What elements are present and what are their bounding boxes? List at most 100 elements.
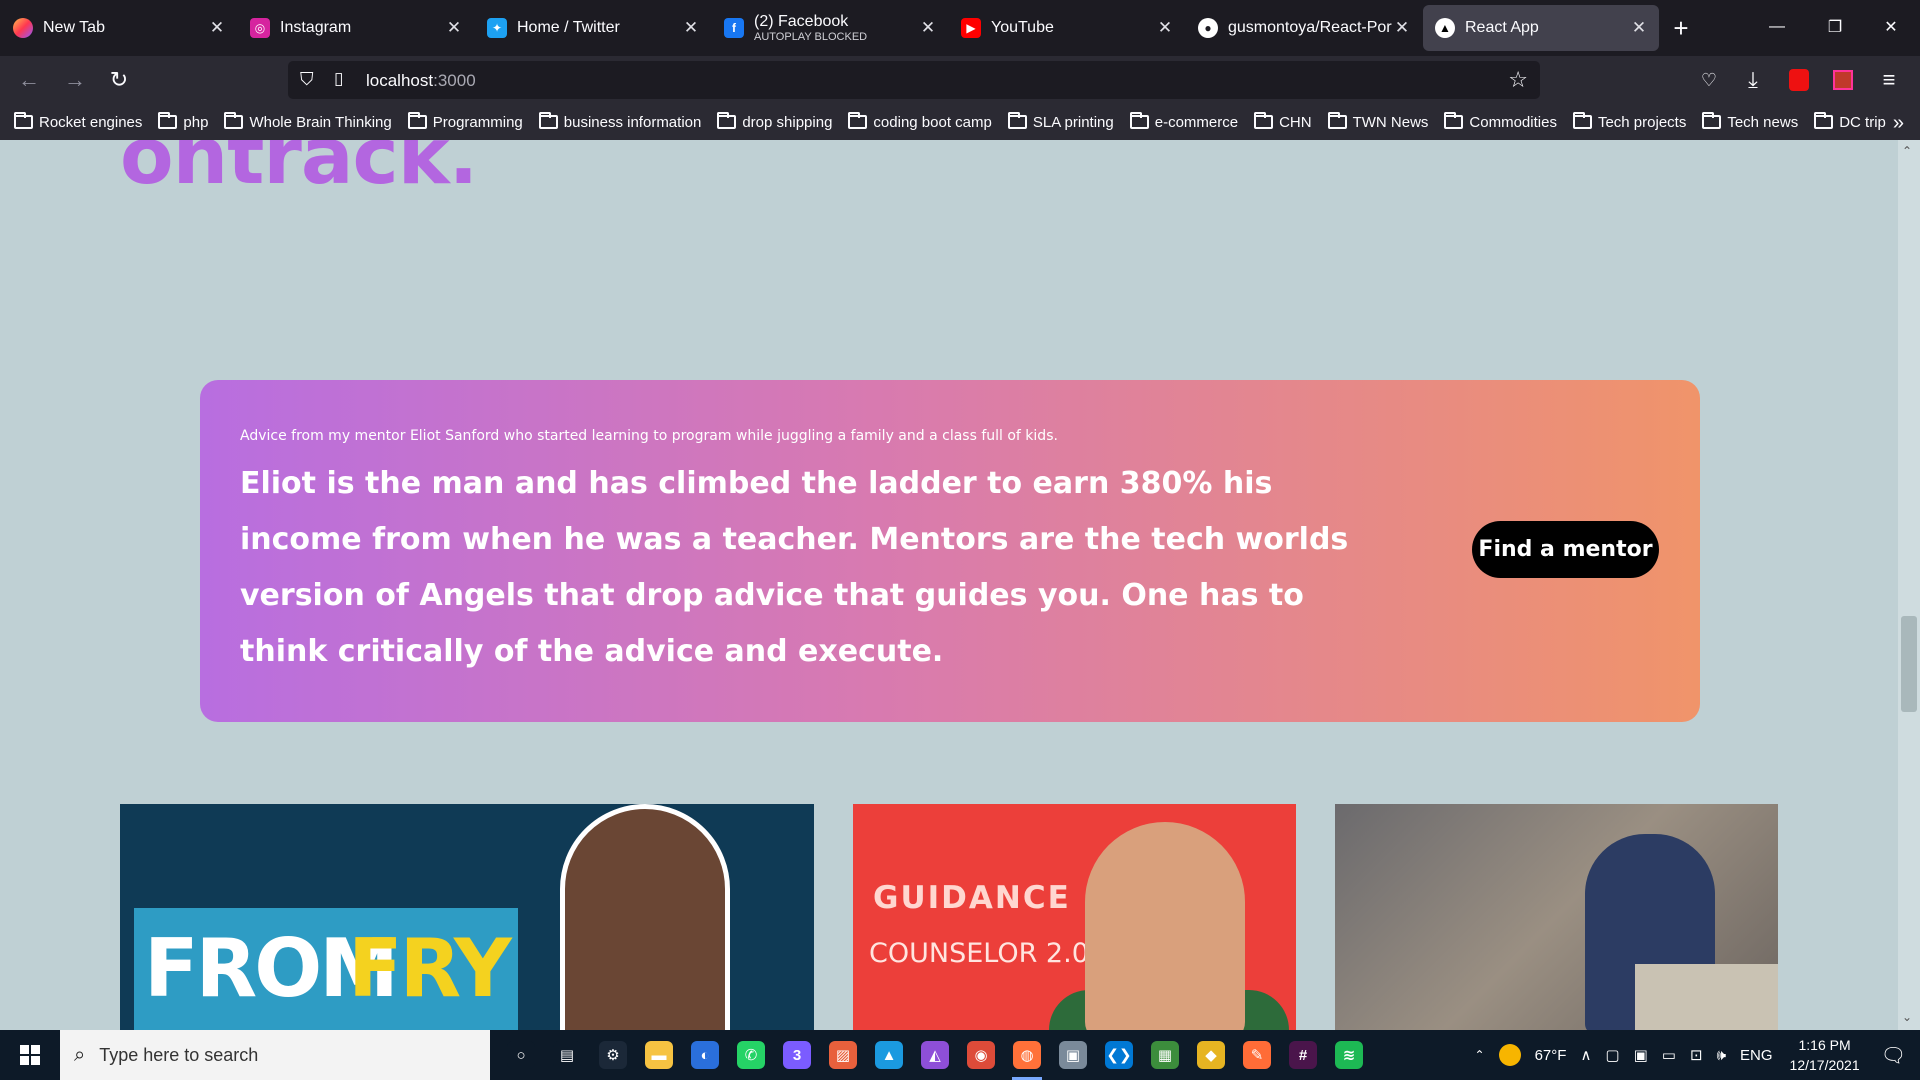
scroll-thumb[interactable] [1901,616,1917,712]
card-from-fry[interactable]: FROM FRY [120,804,814,1030]
card-guidance-counselor[interactable]: GUIDANCE COUNSELOR 2.0 [853,804,1296,1030]
bookmark-label: drop shipping [742,113,833,131]
find-mentor-button[interactable]: Find a mentor [1472,521,1659,578]
slack-icon[interactable]: # [1280,1030,1326,1080]
bookmark-folder[interactable]: SLA printing [1007,112,1114,131]
spotify-icon[interactable]: ≋ [1326,1030,1372,1080]
bookmark-folder[interactable]: TWN News [1327,112,1428,131]
close-tab-icon[interactable]: ✕ [918,18,938,38]
file-explorer-icon[interactable]: ▬ [636,1030,682,1080]
start-button[interactable] [0,1030,60,1080]
app-green-icon[interactable]: ▦ [1142,1030,1188,1080]
url-text[interactable]: localhost:3000 [366,71,476,91]
affinity-designer-icon[interactable]: ▲ [866,1030,912,1080]
tray-expand-icon[interactable]: ⌃ [1475,1048,1485,1062]
new-tab-button[interactable]: + [1659,6,1703,50]
messenger-icon[interactable]: 3 [774,1030,820,1080]
bookmark-folder[interactable]: Rocket engines [14,112,142,131]
tab-title: gusmontoya/React-Portf [1228,19,1392,36]
menu-icon[interactable]: ≡ [1872,64,1906,96]
tab-twitter[interactable]: ✦ Home / Twitter ✕ [475,5,711,51]
affinity-photo-glyph: ◭ [921,1041,949,1069]
bookmark-folder[interactable]: business information [538,112,701,131]
close-window-button[interactable]: ✕ [1868,0,1914,54]
page-viewport: ontrack. Advice from my mentor Eliot San… [0,140,1920,1030]
restore-button[interactable]: ❐ [1812,0,1858,54]
postman-icon[interactable]: ✎ [1234,1030,1280,1080]
volume-icon[interactable]: 🕪 [1717,1047,1726,1064]
scroll-up-icon[interactable]: ⌃ [1902,144,1912,158]
bookmark-folder[interactable]: php [158,112,208,131]
tab-firefox[interactable]: New Tab ✕ [1,5,237,51]
card-lab-photo[interactable] [1335,804,1778,1030]
hero-heading-fragment: ontrack. [120,140,478,202]
card-title-part2: FRY [348,922,512,1015]
bookmark-folder[interactable]: Whole Brain Thinking [224,112,392,131]
forward-button[interactable]: → [58,64,92,96]
tab-title: Instagram [280,19,352,36]
minimize-button[interactable]: — [1754,0,1800,54]
notifications-icon[interactable]: 🗨 [1881,1043,1906,1068]
tab-react-app[interactable]: ▲ React App ✕ [1423,5,1659,51]
tray-app-icon[interactable]: ▢ [1605,1046,1619,1064]
language-indicator[interactable]: ENG [1740,1047,1773,1064]
extension-red-icon[interactable] [1782,64,1816,96]
bookmark-folder[interactable]: drop shipping [717,112,833,131]
vscode-icon[interactable]: ❮❯ [1096,1030,1142,1080]
close-tab-icon[interactable]: ✕ [1392,18,1412,38]
back-button[interactable]: ← [12,64,46,96]
close-tab-icon[interactable]: ✕ [444,18,464,38]
bookmark-folder[interactable]: e-commerce [1129,112,1238,131]
whatsapp-icon[interactable]: ✆ [728,1030,774,1080]
bookmark-folder[interactable]: Commodities [1444,112,1557,131]
tab-github[interactable]: ● gusmontoya/React-Portf ✕ [1186,5,1422,51]
sketchup-icon[interactable]: ◆ [1188,1030,1234,1080]
system-tray: ⌃ 67°F ∧ ▢ ▣ ▭ ⊡ 🕪 ENG 1:16 PM 12/17/202… [1468,1030,1920,1080]
tab-facebook[interactable]: f (2) Facebook AUTOPLAY BLOCKED ✕ [712,5,948,51]
bookmark-star-icon[interactable]: ☆ [1508,67,1528,93]
show-hidden-icons[interactable]: ∧ [1580,1046,1591,1064]
task-view-icon[interactable]: ▤ [544,1030,590,1080]
bookmark-folder[interactable]: Tech projects [1572,112,1686,131]
network-icon[interactable]: ⊡ [1690,1046,1703,1064]
extension-pixel-icon[interactable] [1826,64,1860,96]
bookmark-label: DC trip [1839,113,1886,131]
pocket-icon[interactable]: ♡ [1692,64,1726,96]
more-bookmarks-icon[interactable]: » [1893,112,1904,135]
app-blue-circle-icon[interactable]: ◐ [682,1030,728,1080]
page-scrollbar[interactable]: ⌃ ⌄ [1898,140,1920,1030]
reload-button[interactable]: ↻ [102,64,136,96]
affinity-publisher-icon[interactable]: ▨ [820,1030,866,1080]
address-bar[interactable]: ⛉ ▯ localhost:3000 ☆ [288,61,1540,99]
tray-meet-icon[interactable]: ▣ [1634,1046,1648,1064]
affinity-photo-icon[interactable]: ◭ [912,1030,958,1080]
battery-icon[interactable]: ▭ [1662,1046,1676,1064]
tab-instagram[interactable]: ◎ Instagram ✕ [238,5,474,51]
downloads-icon[interactable]: ⤓ [1736,64,1770,96]
weather-sun-icon[interactable] [1498,1044,1521,1066]
steam-icon[interactable]: ⚙ [590,1030,636,1080]
tab-youtube[interactable]: ▶ YouTube ✕ [949,5,1185,51]
chrome-icon[interactable]: ◉ [958,1030,1004,1080]
close-tab-icon[interactable]: ✕ [1155,18,1175,38]
cortana-icon[interactable]: ○ [498,1030,544,1080]
close-tab-icon[interactable]: ✕ [1629,18,1649,38]
firefox-icon[interactable]: ◍ [1004,1030,1050,1080]
clock[interactable]: 1:16 PM 12/17/2021 [1790,1035,1860,1075]
weather-temperature[interactable]: 67°F [1535,1047,1567,1064]
bookmark-folder[interactable]: coding boot camp [848,112,992,131]
bookmark-folder[interactable]: DC trip [1814,112,1886,131]
app-gray-glyph: ▣ [1059,1041,1087,1069]
bookmark-folder[interactable]: Programming [407,112,523,131]
slack-glyph: # [1289,1041,1317,1069]
bookmark-folder[interactable]: Tech news [1702,112,1798,131]
app-gray-icon[interactable]: ▣ [1050,1030,1096,1080]
tab-title: Home / Twitter [517,19,620,36]
scroll-down-icon[interactable]: ⌄ [1902,1010,1912,1024]
close-tab-icon[interactable]: ✕ [207,18,227,38]
facebook-icon: f [724,18,744,38]
taskbar-search-box[interactable]: ⌕ Type here to search [60,1030,490,1080]
close-tab-icon[interactable]: ✕ [681,18,701,38]
bookmark-folder[interactable]: CHN [1254,112,1312,131]
shield-icon[interactable]: ⛉ [300,69,314,90]
